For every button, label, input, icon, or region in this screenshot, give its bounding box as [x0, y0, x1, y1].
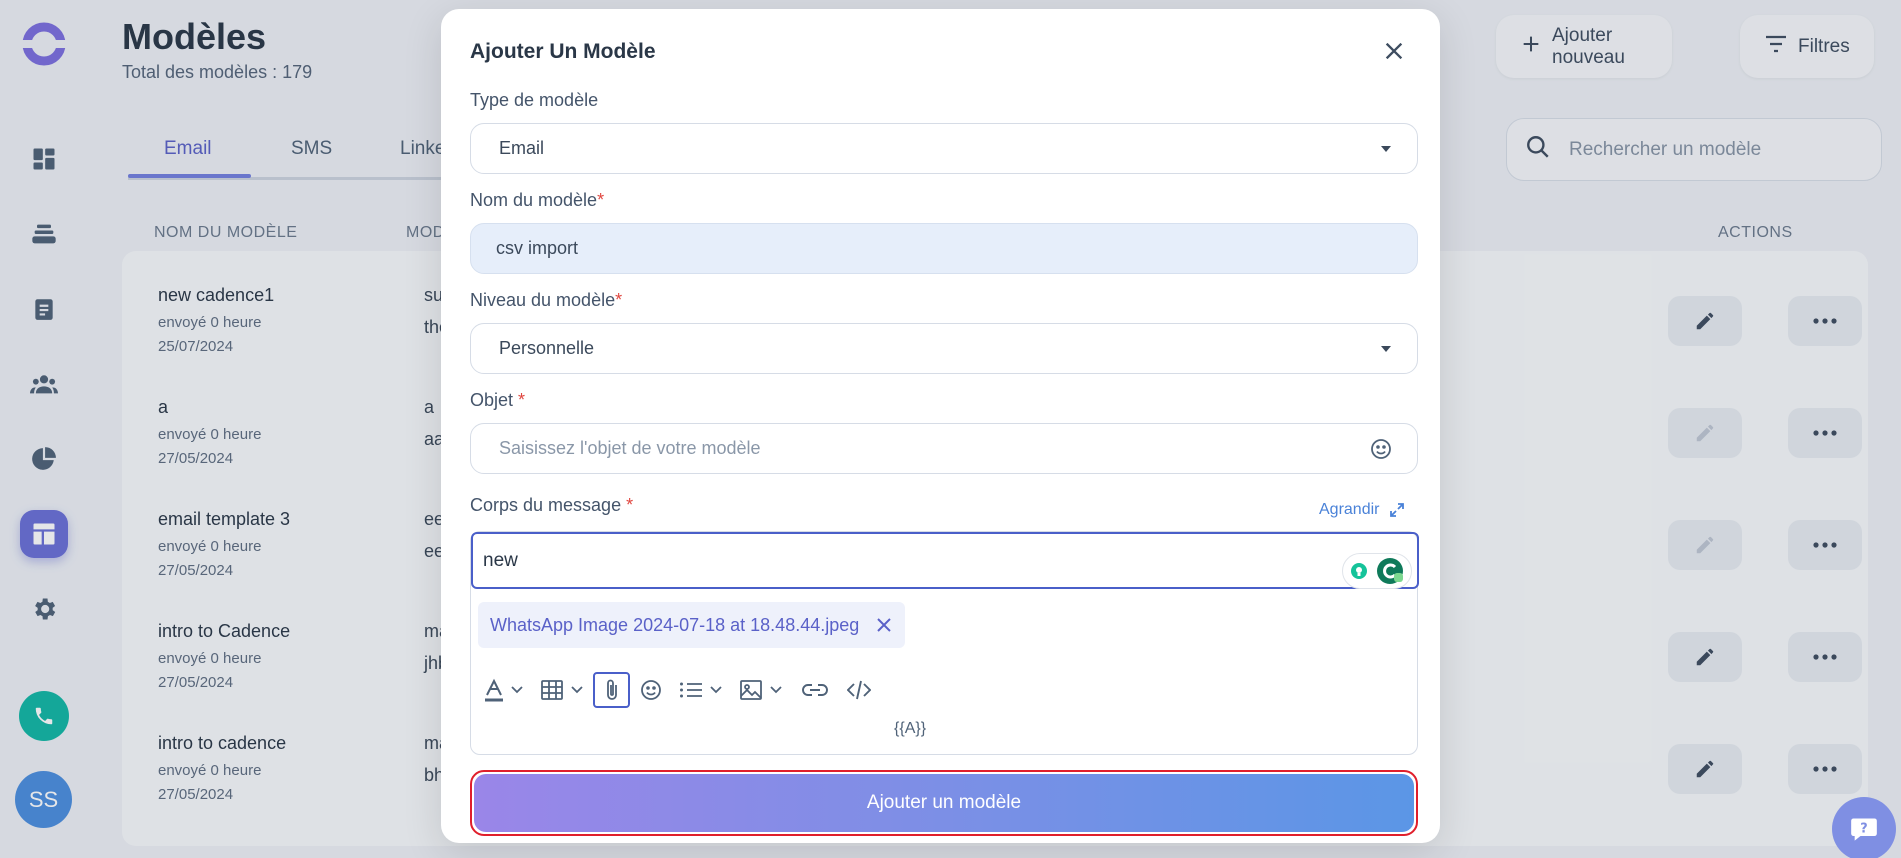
template-level-select[interactable]: Personnelle [470, 323, 1418, 374]
attachment-icon[interactable] [593, 672, 630, 708]
chat-question-icon: ? [1851, 818, 1877, 841]
template-name-input[interactable]: csv import [470, 223, 1418, 274]
lightbulb-icon [1351, 563, 1367, 579]
dropdown-caret-icon [1381, 346, 1391, 352]
image-icon[interactable] [736, 672, 766, 708]
template-name-value: csv import [496, 238, 579, 258]
expand-label: Agrandir [1319, 501, 1380, 518]
message-body-editor: new WhatsApp Image 2024-07-18 at 18.48.4… [470, 531, 1419, 755]
remove-attachment-icon[interactable] [875, 616, 893, 634]
list-icon[interactable] [676, 672, 706, 708]
link-icon[interactable] [798, 672, 832, 708]
table-icon[interactable] [537, 672, 567, 708]
subject-label: Objet * [470, 390, 526, 410]
attachment-chip[interactable]: WhatsApp Image 2024-07-18 at 18.48.44.jp… [478, 602, 906, 648]
add-template-label: Ajouter un modèle [474, 774, 1414, 832]
grammarly-icon [1377, 558, 1403, 584]
type-label: Type de modèle [470, 90, 599, 110]
editor-toolbar [481, 672, 876, 708]
dropdown-caret-icon [1381, 146, 1391, 152]
name-label: Nom du modèle* [470, 190, 605, 210]
close-button[interactable] [1376, 33, 1412, 69]
chevron-down-icon[interactable] [507, 672, 527, 708]
body-label: Corps du message * [470, 495, 634, 515]
code-icon[interactable] [842, 672, 876, 708]
help-chat-button[interactable]: ? [1832, 797, 1896, 858]
subject-placeholder: Saisissez l'objet de votre modèle [499, 438, 761, 458]
emoji-icon[interactable] [1369, 437, 1393, 466]
chevron-down-icon[interactable] [567, 672, 587, 708]
chevron-down-icon[interactable] [766, 672, 786, 708]
chevron-down-icon[interactable] [706, 672, 726, 708]
level-label: Niveau du modèle* [470, 290, 623, 310]
modal-title: Ajouter Un Modèle [470, 40, 656, 63]
add-template-modal: Ajouter Un Modèle Type de modèle Email N… [441, 9, 1440, 843]
close-icon [1385, 42, 1403, 60]
variable-tag[interactable]: {{A}} [894, 720, 926, 738]
add-template-button[interactable]: Ajouter un modèle [470, 770, 1418, 836]
attachment-name: WhatsApp Image 2024-07-18 at 18.48.44.jp… [490, 614, 860, 635]
expand-editor-link[interactable]: Agrandir [1319, 501, 1405, 519]
message-body-input[interactable]: new [471, 532, 1419, 589]
template-type-select[interactable]: Email [470, 123, 1418, 174]
svg-text:?: ? [1860, 822, 1867, 837]
template-level-value: Personnelle [499, 338, 595, 358]
template-type-value: Email [499, 138, 545, 158]
expand-icon [1390, 503, 1405, 517]
emoji-icon[interactable] [636, 672, 666, 708]
grammar-assistant[interactable] [1342, 553, 1412, 589]
text-color-icon[interactable] [481, 672, 507, 708]
subject-input[interactable]: Saisissez l'objet de votre modèle [470, 423, 1418, 474]
